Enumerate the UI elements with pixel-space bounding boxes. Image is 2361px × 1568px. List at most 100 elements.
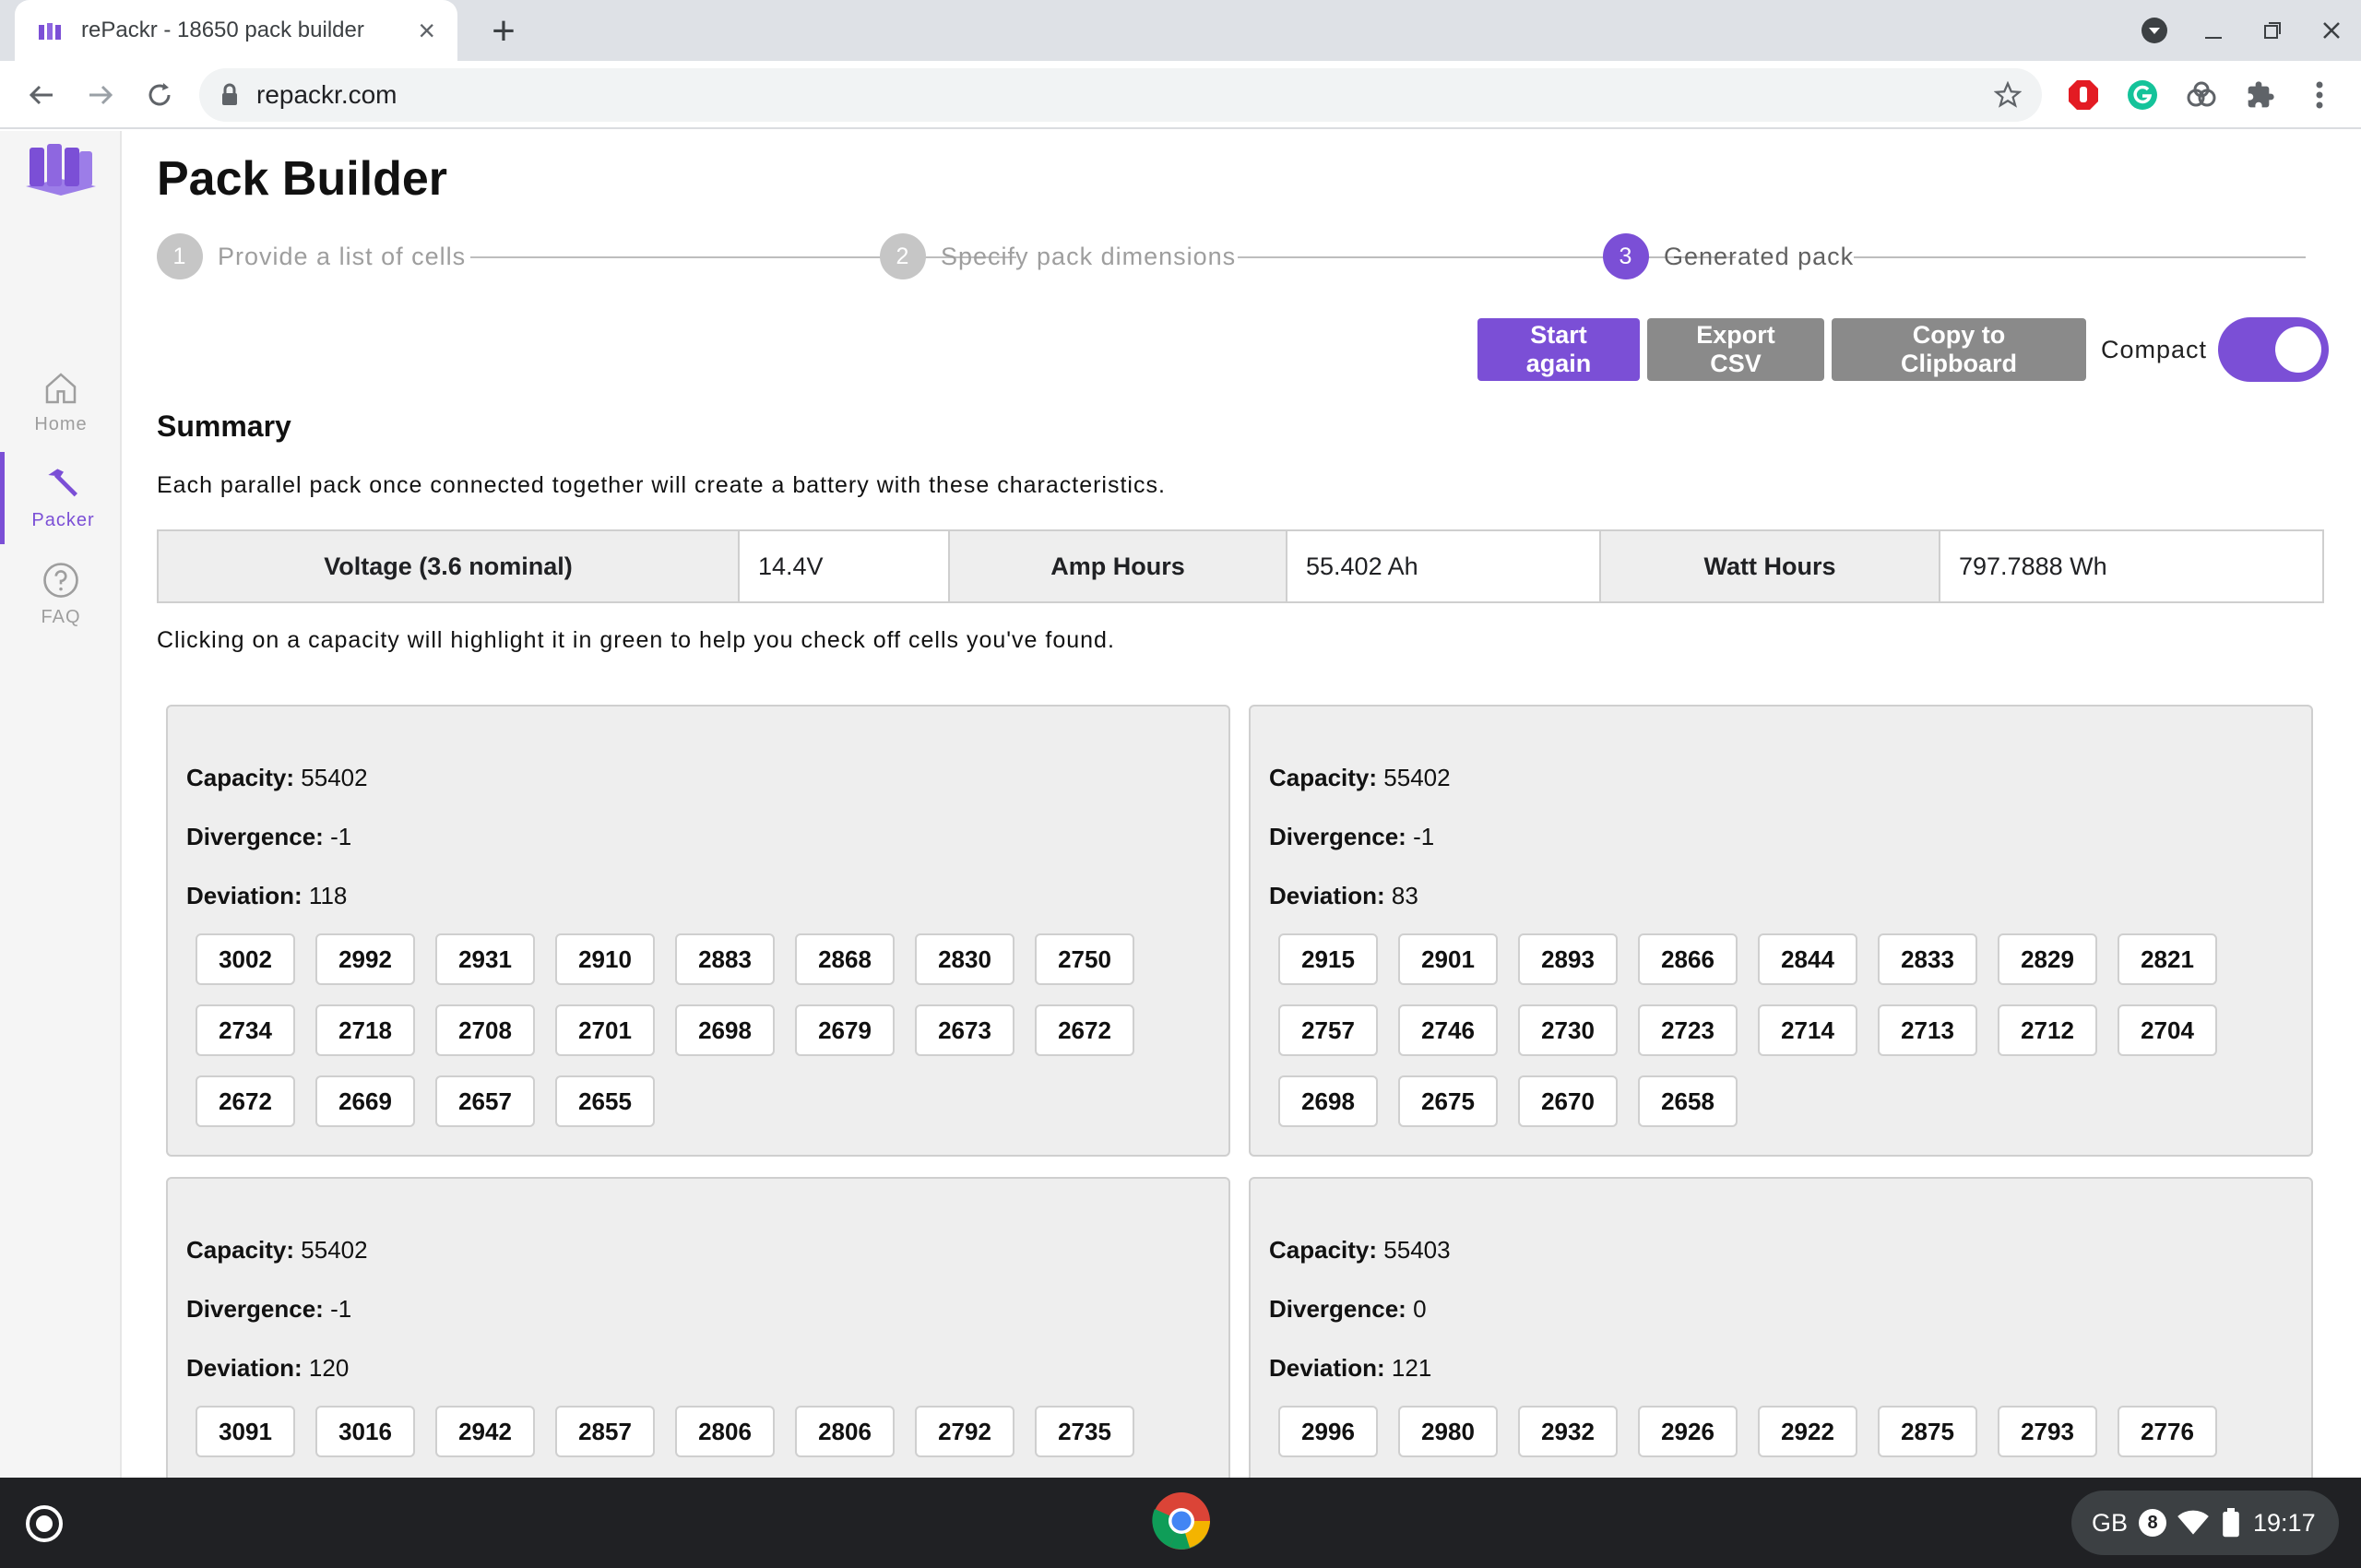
cell-capacity-button[interactable]: 2883 <box>675 933 775 985</box>
extensions-puzzle-icon[interactable] <box>2239 74 2282 116</box>
pack-deviation-value: 121 <box>1391 1354 1432 1382</box>
cell-capacity-button[interactable]: 3016 <box>315 1406 415 1457</box>
compact-toggle[interactable] <box>2218 317 2330 382</box>
cell-capacity-button[interactable]: 3002 <box>196 933 295 985</box>
cell-capacity-button[interactable]: 2910 <box>555 933 655 985</box>
cell-capacity-button[interactable]: 2776 <box>2118 1406 2217 1457</box>
cell-capacity-button[interactable]: 2701 <box>555 1004 655 1056</box>
cell-capacity-button[interactable]: 2655 <box>555 1075 655 1127</box>
link-extension-icon[interactable] <box>2180 74 2223 116</box>
pack-capacity-value: 55402 <box>1383 764 1451 791</box>
cell-capacity-button[interactable]: 2672 <box>1035 1004 1134 1056</box>
step-1[interactable]: 1 Provide a list of cells <box>157 232 466 280</box>
cell-capacity-button[interactable]: 2670 <box>1518 1075 1618 1127</box>
cell-capacity-button[interactable]: 2893 <box>1518 933 1618 985</box>
cell-capacity-button[interactable]: 2723 <box>1638 1004 1738 1056</box>
cell-capacity-button[interactable]: 2829 <box>1998 933 2097 985</box>
cell-capacity-button[interactable]: 2713 <box>1878 1004 1977 1056</box>
cell-capacity-button[interactable]: 2857 <box>555 1406 655 1457</box>
profile-menu-icon[interactable] <box>2125 0 2184 61</box>
cell-capacity-button[interactable]: 2750 <box>1035 933 1134 985</box>
copy-to-clipboard-button[interactable]: Copy to Clipboard <box>1832 318 2086 381</box>
bookmark-star-icon[interactable] <box>1994 81 2022 109</box>
pack-divergence: Divergence: -1 <box>186 823 351 851</box>
cell-capacity-button[interactable]: 2821 <box>2118 933 2217 985</box>
address-bar[interactable]: repackr.com <box>199 68 2042 122</box>
reload-icon[interactable] <box>135 70 184 120</box>
cell-capacity-button[interactable]: 2922 <box>1758 1406 1857 1457</box>
cell-capacity-button[interactable]: 2746 <box>1398 1004 1498 1056</box>
cell-capacity-button[interactable]: 2830 <box>915 933 1014 985</box>
cell-capacity-button[interactable]: 2734 <box>196 1004 295 1056</box>
cell-capacity-button[interactable]: 2698 <box>675 1004 775 1056</box>
repackr-logo-icon[interactable] <box>22 138 100 204</box>
cell-capacity-button[interactable]: 2704 <box>2118 1004 2217 1056</box>
cell-capacity-button[interactable]: 2714 <box>1758 1004 1857 1056</box>
cell-capacity-button[interactable]: 2806 <box>795 1406 895 1457</box>
step-3[interactable]: 3 Generated pack <box>1603 232 1854 280</box>
cell-capacity-button[interactable]: 2708 <box>435 1004 535 1056</box>
cell-capacity-button[interactable]: 2875 <box>1878 1406 1977 1457</box>
cell-capacity-button[interactable]: 2980 <box>1398 1406 1498 1457</box>
new-tab-button[interactable]: + <box>480 7 528 55</box>
cell-capacity-button[interactable]: 2926 <box>1638 1406 1738 1457</box>
cell-capacity-button[interactable]: 2675 <box>1398 1075 1498 1127</box>
page-title: Pack Builder <box>157 152 448 206</box>
cell-capacity-button[interactable]: 2915 <box>1278 933 1378 985</box>
forward-arrow-icon[interactable] <box>76 70 125 120</box>
export-csv-button[interactable]: Export CSV <box>1647 318 1824 381</box>
step-number: 1 <box>157 233 203 279</box>
home-icon <box>45 372 77 403</box>
cell-capacity-button[interactable]: 2658 <box>1638 1075 1738 1127</box>
pack-deviation-value: 83 <box>1391 882 1418 909</box>
cell-capacity-button[interactable]: 2868 <box>795 933 895 985</box>
cell-capacity-button[interactable]: 2992 <box>315 933 415 985</box>
chrome-app-icon[interactable] <box>1151 1491 1212 1551</box>
back-arrow-icon[interactable] <box>17 70 66 120</box>
cell-capacity-button[interactable]: 2735 <box>1035 1406 1134 1457</box>
cell-capacity-button[interactable]: 2793 <box>1998 1406 2097 1457</box>
pack-capacity: Capacity: 55402 <box>1269 764 1451 792</box>
cell-capacity-button[interactable]: 2679 <box>795 1004 895 1056</box>
grammarly-extension-icon[interactable] <box>2121 74 2164 116</box>
tab-close-icon[interactable]: × <box>418 16 435 45</box>
pack-divergence-value: -1 <box>330 1295 352 1323</box>
start-again-button[interactable]: Start again <box>1477 318 1640 381</box>
cell-capacity-button[interactable]: 2672 <box>196 1075 295 1127</box>
step-2[interactable]: 2 Specify pack dimensions <box>880 232 1236 280</box>
cell-capacity-button[interactable]: 2718 <box>315 1004 415 1056</box>
cell-capacity-button[interactable]: 2730 <box>1518 1004 1618 1056</box>
sidebar-item-packer[interactable]: Packer <box>0 452 122 544</box>
cell-capacity-button[interactable]: 2698 <box>1278 1075 1378 1127</box>
cell-capacity-button[interactable]: 2996 <box>1278 1406 1378 1457</box>
status-tray[interactable]: GB 8 19:17 <box>2071 1491 2339 1555</box>
cell-capacity-button[interactable]: 2806 <box>675 1406 775 1457</box>
cell-capacity-button[interactable]: 2792 <box>915 1406 1014 1457</box>
launcher-icon[interactable] <box>26 1505 63 1542</box>
hammer-icon <box>47 468 77 496</box>
close-window-icon[interactable] <box>2302 0 2361 61</box>
adblock-extension-icon[interactable] <box>2062 74 2105 116</box>
cell-capacity-button[interactable]: 2712 <box>1998 1004 2097 1056</box>
cell-capacity-button[interactable]: 2866 <box>1638 933 1738 985</box>
step-label: Specify pack dimensions <box>941 242 1237 270</box>
browser-tab[interactable]: rePackr - 18650 pack builder × <box>15 0 457 61</box>
chrome-menu-icon[interactable] <box>2298 74 2341 116</box>
cell-capacity-button[interactable]: 2901 <box>1398 933 1498 985</box>
pack-divergence-value: -1 <box>330 823 352 850</box>
cell-capacity-button[interactable]: 2657 <box>435 1075 535 1127</box>
cell-capacity-button[interactable]: 2932 <box>1518 1406 1618 1457</box>
cell-capacity-button[interactable]: 2833 <box>1878 933 1977 985</box>
cell-capacity-button[interactable]: 2942 <box>435 1406 535 1457</box>
cell-capacity-button[interactable]: 2931 <box>435 933 535 985</box>
restore-icon[interactable] <box>2243 0 2302 61</box>
cell-capacity-button[interactable]: 2673 <box>915 1004 1014 1056</box>
pack-capacity: Capacity: 55402 <box>186 1236 368 1265</box>
cell-capacity-button[interactable]: 2757 <box>1278 1004 1378 1056</box>
sidebar-item-home[interactable]: Home <box>0 356 122 448</box>
cell-capacity-button[interactable]: 2669 <box>315 1075 415 1127</box>
minimize-icon[interactable] <box>2184 0 2243 61</box>
cell-capacity-button[interactable]: 3091 <box>196 1406 295 1457</box>
sidebar-item-faq[interactable]: FAQ <box>0 548 122 640</box>
cell-capacity-button[interactable]: 2844 <box>1758 933 1857 985</box>
